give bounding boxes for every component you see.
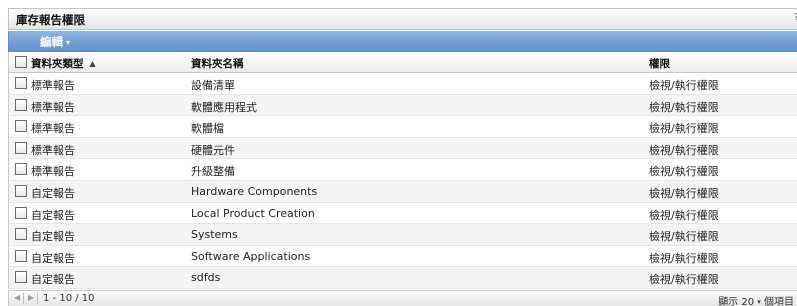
- table-row: 標準報告 軟體檔 檢視/執行權限: [8, 116, 797, 138]
- row-checkbox[interactable]: [15, 163, 27, 176]
- cell-folder-name[interactable]: 軟體檔: [191, 120, 224, 136]
- cell-folder-type: 自定報告: [31, 273, 75, 287]
- cell-folder-name[interactable]: Software Applications: [191, 250, 310, 263]
- table-row: 自定報告 Systems 檢視/執行權限: [8, 224, 797, 246]
- cell-permission: 檢視/執行權限: [649, 165, 719, 179]
- edit-menu-button[interactable]: 編輯 ▾: [40, 34, 70, 50]
- sort-ascending-icon: ▲: [89, 59, 96, 68]
- next-page-icon[interactable]: ▶: [28, 293, 34, 302]
- edit-menu-label: 編輯: [40, 35, 63, 49]
- table-row: 自定報告 Software Applications 檢視/執行權限: [8, 245, 797, 268]
- page-size-value: 20: [741, 297, 755, 306]
- table-row: 標準報告 軟體應用程式 檢視/執行權限: [8, 94, 797, 117]
- column-header-permission[interactable]: 權限: [649, 56, 670, 71]
- cell-folder-type: 自定報告: [31, 186, 75, 200]
- cell-permission: 檢視/執行權限: [649, 122, 719, 136]
- row-checkbox[interactable]: [15, 120, 27, 133]
- column-header-folder-type[interactable]: 資料夾類型 ▲: [31, 56, 96, 71]
- cell-folder-type: 標準報告: [31, 143, 75, 157]
- page-size-control: 顯示 20 ▾ 個項目: [718, 293, 794, 306]
- row-checkbox[interactable]: [15, 206, 27, 219]
- page-size-select[interactable]: 20 ▾: [741, 297, 760, 306]
- table-row: 標準報告 硬體元件 檢視/執行權限: [8, 137, 797, 160]
- chevron-down-icon: ▾: [757, 298, 761, 306]
- table-body: 標準報告 設備清單 檢視/執行權限 標準報告 軟體應用程式 檢視/執行權限 標準…: [8, 73, 797, 289]
- cell-folder-name[interactable]: 升級整備: [191, 163, 235, 179]
- panel-title-bar: 庫存報告權限 ?: [8, 8, 797, 30]
- row-checkbox[interactable]: [15, 77, 27, 89]
- row-checkbox[interactable]: [15, 249, 27, 262]
- cell-permission: 檢視/執行權限: [649, 230, 719, 244]
- cell-folder-name[interactable]: Local Product Creation: [191, 207, 315, 220]
- table-row: 標準報告 設備清單 檢視/執行權限: [8, 73, 797, 95]
- chevron-down-icon: ▾: [66, 38, 71, 47]
- select-all-checkbox[interactable]: [15, 56, 27, 68]
- table-row: 標準報告 升級整備 檢視/執行權限: [8, 159, 797, 181]
- table-header: 資料夾類型 ▲ 資料夾名稱 權限: [8, 52, 797, 73]
- cell-folder-type: 標準報告: [31, 100, 75, 114]
- cell-folder-type: 標準報告: [31, 79, 75, 92]
- items-label: 個項目: [764, 297, 794, 306]
- row-checkbox[interactable]: [15, 271, 27, 284]
- cell-folder-name[interactable]: 硬體元件: [191, 142, 235, 158]
- cell-folder-type: 標準報告: [31, 165, 75, 179]
- pager-divider: [37, 293, 38, 304]
- cell-permission: 檢視/執行權限: [649, 251, 719, 265]
- cell-permission: 檢視/執行權限: [649, 186, 719, 200]
- pagination-range: 1 - 10 / 10: [43, 293, 95, 304]
- previous-page-icon[interactable]: ◀: [14, 293, 20, 302]
- table-row: 自定報告 Hardware Components 檢視/執行權限: [8, 180, 797, 203]
- pager-divider: [23, 293, 24, 304]
- row-checkbox[interactable]: [15, 141, 27, 154]
- panel-title: 庫存報告權限: [16, 13, 85, 27]
- table-row: 自定報告 sdfds 檢視/執行權限: [8, 267, 797, 289]
- cell-permission: 檢視/執行權限: [649, 100, 719, 114]
- row-checkbox[interactable]: [15, 184, 27, 197]
- cell-folder-type: 標準報告: [31, 122, 75, 136]
- cell-permission: 檢視/執行權限: [649, 273, 719, 287]
- cell-permission: 檢視/執行權限: [649, 143, 719, 157]
- cell-folder-name[interactable]: Hardware Components: [191, 185, 317, 198]
- cell-folder-type: 自定報告: [31, 230, 75, 244]
- column-header-folder-name[interactable]: 資料夾名稱: [191, 56, 244, 71]
- show-label: 顯示: [718, 297, 739, 306]
- cell-folder-type: 自定報告: [31, 251, 75, 265]
- cell-folder-type: 自定報告: [31, 208, 75, 222]
- cell-folder-name[interactable]: 設備清單: [191, 77, 235, 93]
- cell-folder-name[interactable]: 軟體應用程式: [191, 99, 257, 115]
- table-row: 自定報告 Local Product Creation 檢視/執行權限: [8, 202, 797, 225]
- cell-folder-name[interactable]: sdfds: [191, 271, 220, 284]
- cell-permission: 檢視/執行權限: [649, 79, 719, 92]
- pagination-bar: ◀ ▶ 1 - 10 / 10 顯示 20 ▾ 個項目: [8, 290, 797, 306]
- inventory-report-permissions-panel: 庫存報告權限 ? 編輯▾ 資料夾類型▲ 資料夾名稱 權限 標準報告 設備清單 檢…: [0, 0, 797, 306]
- cell-permission: 檢視/執行權限: [649, 208, 719, 222]
- column-header-folder-type-label: 資料夾類型: [31, 58, 84, 70]
- cell-folder-name[interactable]: Systems: [191, 228, 238, 241]
- toolbar: 編輯 ▾: [8, 31, 797, 52]
- row-checkbox[interactable]: [15, 228, 27, 241]
- row-checkbox[interactable]: [15, 98, 27, 111]
